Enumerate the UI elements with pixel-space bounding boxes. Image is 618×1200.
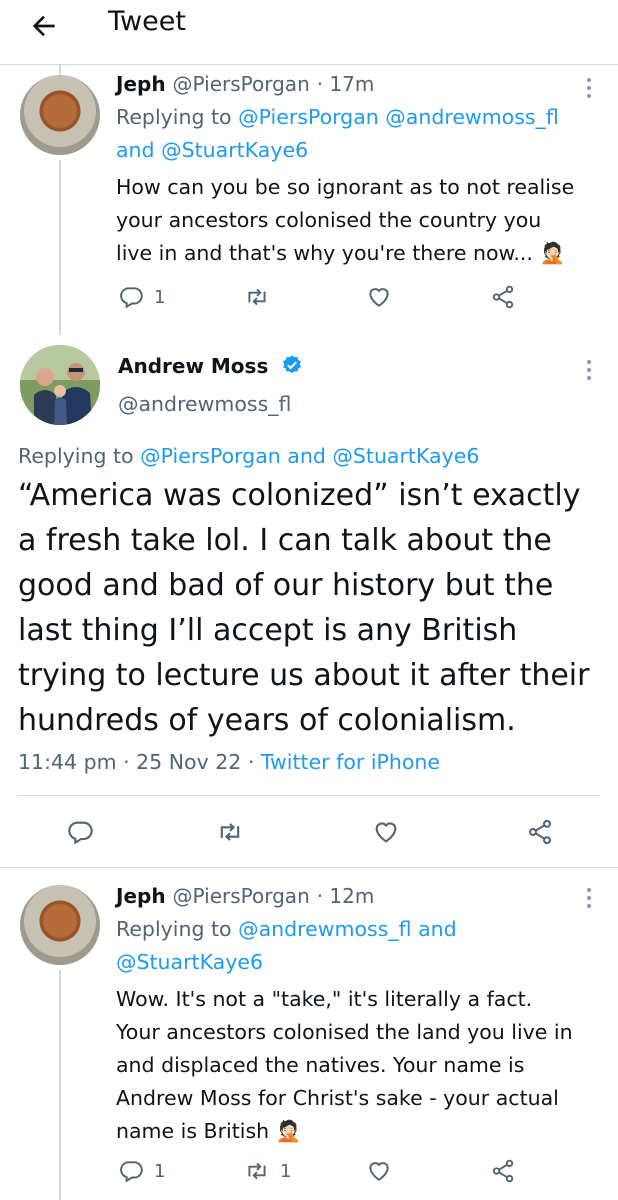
like-icon [369, 288, 389, 307]
share-icon [492, 1159, 514, 1183]
replying-to: Replying to @PiersPorgan and @StuartKaye… [18, 444, 480, 468]
handle[interactable]: @PiersPorgan [173, 884, 310, 908]
tweet-header: Andrew Moss [118, 354, 303, 381]
reply-button[interactable]: 1 [118, 284, 165, 310]
thread-line [59, 970, 61, 1200]
reply-count: 1 [154, 286, 166, 308]
mention[interactable]: @andrewmoss_fl [385, 105, 558, 129]
mention[interactable]: @StuartKaye6 [116, 950, 263, 974]
tweet-header: Jeph @PiersPorgan · 17m [116, 72, 374, 96]
time: · 17m [316, 72, 375, 96]
tweet-text: Wow. It's not a "take," it's literally a… [116, 987, 573, 1143]
retweet-button[interactable] [216, 818, 244, 846]
share-button[interactable] [490, 1158, 516, 1184]
mention-joiner: and [287, 444, 326, 468]
back-arrow-icon[interactable] [28, 10, 60, 42]
tweet-text: “America was colonized” isn’t exactly a … [18, 478, 590, 738]
mention[interactable]: @StuartKaye6 [332, 444, 479, 468]
retweet-count: 1 [280, 1160, 292, 1182]
like-button[interactable] [372, 818, 400, 846]
share-icon [529, 819, 551, 845]
share-button[interactable] [490, 284, 516, 310]
avatar[interactable] [20, 345, 100, 425]
like-icon [375, 822, 397, 843]
mention-joiner: and [418, 917, 457, 941]
reply-icon [68, 821, 93, 845]
replying-to: Replying to @PiersPorgan @andrewmoss_fl … [116, 105, 559, 162]
display-name[interactable]: Andrew Moss [118, 354, 268, 378]
like-button[interactable] [366, 1158, 392, 1184]
time: · 12m [316, 884, 375, 908]
share-button[interactable] [526, 818, 554, 846]
reply-icon [120, 1161, 143, 1183]
handle[interactable]: @andrewmoss_fl [118, 388, 291, 421]
like-icon [369, 1162, 389, 1181]
thread-line [59, 160, 61, 335]
display-name[interactable]: Jeph [116, 884, 166, 908]
retweet-button[interactable] [244, 284, 280, 310]
more-icon[interactable] [586, 78, 592, 102]
share-icon [492, 285, 514, 309]
display-name[interactable]: Jeph [116, 72, 166, 96]
mention[interactable]: @andrewmoss_fl [238, 917, 411, 941]
avatar[interactable] [20, 75, 100, 155]
divider [0, 64, 618, 65]
retweet-icon [248, 1162, 266, 1180]
more-icon[interactable] [586, 360, 592, 384]
avatar[interactable] [20, 885, 100, 965]
more-icon[interactable] [586, 888, 592, 912]
verified-badge-icon [281, 354, 303, 381]
timestamp[interactable]: 11:44 pm · 25 Nov 22 · [18, 750, 254, 774]
retweet-icon [220, 823, 240, 841]
thread-line [59, 65, 61, 75]
reply-count: 1 [154, 1160, 166, 1182]
divider [0, 867, 618, 868]
reply-button[interactable]: 1 [118, 1158, 165, 1184]
mention[interactable]: @StuartKaye6 [161, 138, 308, 162]
mention[interactable]: @PiersPorgan [238, 105, 379, 129]
source-link[interactable]: Twitter for iPhone [261, 750, 440, 774]
mention-joiner: and [116, 138, 155, 162]
tweet-header: Jeph @PiersPorgan · 12m [116, 884, 374, 908]
like-button[interactable] [366, 284, 392, 310]
page-title: Tweet [108, 6, 186, 37]
retweet-button[interactable]: 1 [244, 1158, 291, 1184]
handle[interactable]: @PiersPorgan [173, 72, 310, 96]
tweet-timestamp: 11:44 pm · 25 Nov 22 · Twitter for iPhon… [18, 746, 608, 779]
reply-button[interactable] [66, 818, 94, 846]
top-bar: Tweet [0, 0, 618, 52]
mention[interactable]: @PiersPorgan [140, 444, 281, 468]
divider [18, 795, 600, 796]
replying-to: Replying to @andrewmoss_fl and @StuartKa… [116, 917, 457, 974]
tweet-text: How can you be so ignorant as to not rea… [116, 175, 575, 265]
retweet-icon [248, 288, 266, 306]
reply-icon [120, 287, 143, 309]
